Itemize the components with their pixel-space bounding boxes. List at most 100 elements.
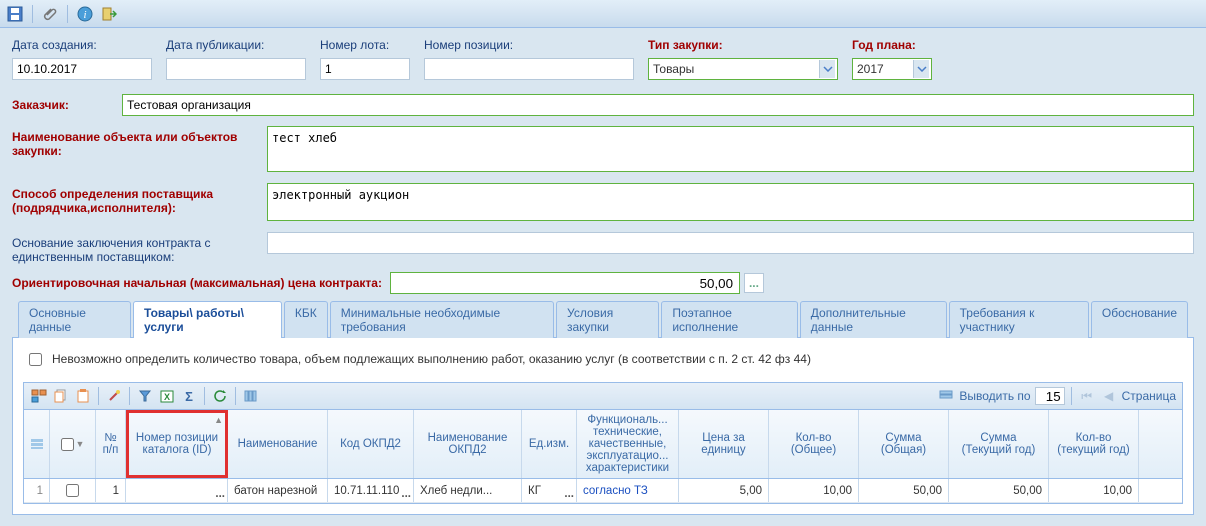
form-area: Дата создания: Дата публикации: Номер ло… [0,28,1206,519]
type-label: Тип закупки: [648,38,838,52]
cell-func[interactable]: согласно ТЗ [577,479,679,502]
col-np[interactable]: № п/п [96,410,126,478]
svg-text:i: i [83,9,86,21]
method-label: Способ определения поставщика (подрядчик… [12,187,213,215]
row-checkbox[interactable] [66,484,79,497]
grid-settings-icon[interactable] [937,387,955,405]
wand-icon[interactable] [105,387,123,405]
info-icon[interactable]: i [76,5,94,23]
tab-1[interactable]: Товары\ работы\ услуги [133,301,282,338]
select-all-checkbox[interactable] [61,438,74,451]
price-input[interactable] [390,272,740,294]
pager-label: Выводить по [959,389,1030,403]
col-sum[interactable]: Сумма (Общая) [859,410,949,478]
year-select[interactable]: 2017 [852,58,932,80]
pos-label: Номер позиции: [424,38,634,52]
tab-6[interactable]: Дополнительные данные [800,301,947,338]
method-input[interactable]: электронный аукцион [267,183,1194,221]
copy-icon[interactable] [52,387,70,405]
col-name[interactable]: Наименование [228,410,328,478]
published-label: Дата публикации: [166,38,306,52]
tab-0[interactable]: Основные данные [18,301,131,338]
tab-4[interactable]: Условия закупки [556,301,659,338]
col-sumy[interactable]: Сумма (Текущий год) [949,410,1049,478]
tab-7[interactable]: Требования к участнику [949,301,1089,338]
cell-okpd[interactable]: 10.71.11.110... [328,479,414,502]
tree-expand-icon[interactable] [30,387,48,405]
price-label: Ориентировочная начальная (максимальная)… [12,276,382,290]
columns-icon[interactable] [242,387,260,405]
cell-checkbox[interactable] [50,479,96,502]
prev-page-icon[interactable]: ◀ [1100,387,1118,405]
table-row[interactable]: 1 1 ... батон нарезной 10.71.11.110... Х… [24,479,1182,503]
svg-text:Σ: Σ [185,389,193,403]
cell-sum: 50,00 [859,479,949,502]
col-qty[interactable]: Кол-во (Общее) [769,410,859,478]
cannot-determine-label: Невозможно определить количество товара,… [52,352,811,366]
year-value: 2017 [857,62,884,76]
col-price[interactable]: Цена за единицу [679,410,769,478]
grid-toolbar: X Σ Выводить по ⏮ ◀ Страница [23,382,1183,410]
cell-nokpd: Хлеб недли... [414,479,522,502]
first-page-icon[interactable]: ⏮ [1078,387,1096,405]
exit-icon[interactable] [100,5,118,23]
tab-2[interactable]: КБК [284,301,328,338]
created-label: Дата создания: [12,38,152,52]
excel-icon[interactable]: X [158,387,176,405]
lot-label: Номер лота: [320,38,410,52]
cell-unit[interactable]: КГ... [522,479,577,502]
basis-label: Основание заключения контракта с единств… [12,236,211,264]
tab-bar: Основные данныеТовары\ работы\ услугиКБК… [12,300,1194,338]
lookup-icon[interactable]: ... [564,488,574,500]
attach-icon[interactable] [41,5,59,23]
pos-input[interactable] [424,58,634,80]
type-select[interactable]: Товары [648,58,838,80]
customer-label: Заказчик: [12,98,102,112]
lookup-icon[interactable]: ... [401,488,411,500]
cell-sumy: 50,00 [949,479,1049,502]
tab-pane-goods: Невозможно определить количество товара,… [12,338,1194,515]
cell-qtyy: 10,00 [1049,479,1139,502]
type-value: Товары [653,62,694,76]
chevron-down-icon[interactable] [913,60,929,78]
col-qtyy[interactable]: Кол-во (текущий год) [1049,410,1139,478]
refresh-icon[interactable] [211,387,229,405]
price-lookup-button[interactable]: ... [744,273,764,293]
col-unit[interactable]: Ед.изм. [522,410,577,478]
cell-qty: 10,00 [769,479,859,502]
col-nokpd[interactable]: Наименование ОКПД2 [414,410,522,478]
cannot-determine-checkbox[interactable] [29,353,42,366]
page-size-input[interactable] [1035,387,1065,405]
cell-id[interactable]: ... [126,479,228,502]
goods-grid: ▼ № п/п Номер позиции каталога (ID)▲ Наи… [23,410,1183,504]
svg-text:X: X [164,392,170,402]
col-catalog-id[interactable]: Номер позиции каталога (ID)▲ [126,410,228,478]
col-checkbox[interactable]: ▼ [50,410,96,478]
cell-price: 5,00 [679,479,769,502]
sigma-icon[interactable]: Σ [180,387,198,405]
paste-icon[interactable] [74,387,92,405]
filter-icon[interactable] [136,387,154,405]
lot-input[interactable] [320,58,410,80]
col-okpd[interactable]: Код ОКПД2 [328,410,414,478]
basis-input[interactable] [267,232,1194,254]
year-label: Год плана: [852,38,932,52]
tab-8[interactable]: Обоснование [1091,301,1188,338]
grid-header: ▼ № п/п Номер позиции каталога (ID)▲ Наи… [24,410,1182,479]
col-menu[interactable] [24,410,50,478]
save-icon[interactable] [6,5,24,23]
tab-5[interactable]: Поэтапное исполнение [661,301,797,338]
page-label: Страница [1122,389,1176,403]
published-input[interactable] [166,58,306,80]
customer-input[interactable] [122,94,1194,116]
created-input[interactable] [12,58,152,80]
cell-name: батон нарезной [228,479,328,502]
chevron-down-icon[interactable] [819,60,835,78]
lookup-icon[interactable]: ... [215,488,225,500]
tab-3[interactable]: Минимальные необходимые требования [330,301,554,338]
col-func[interactable]: Функциональ... технические, качественные… [577,410,679,478]
cell-rownum: 1 [24,479,50,502]
objname-input[interactable]: тест хлеб [267,126,1194,172]
cell-np: 1 [96,479,126,502]
objname-label: Наименование объекта или объектов закупк… [12,130,237,158]
